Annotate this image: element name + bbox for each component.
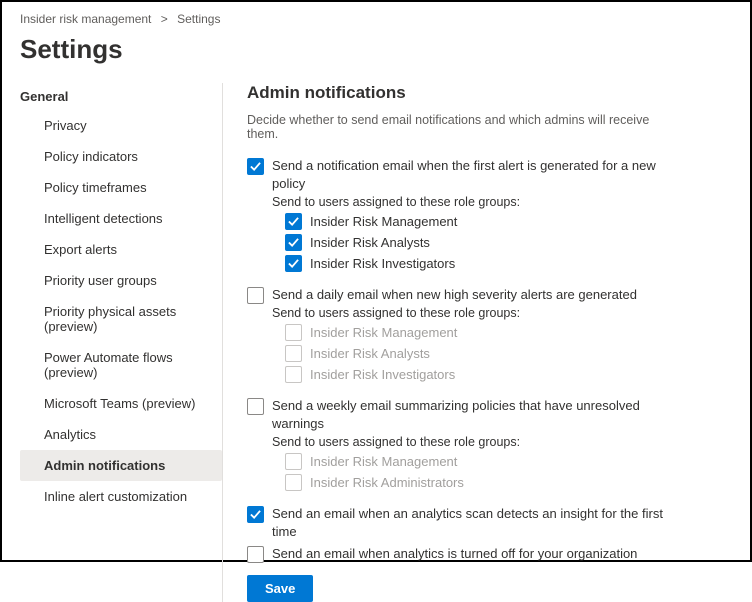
daily-high-checkbox[interactable] xyxy=(247,287,264,304)
sidebar-item-9[interactable]: Analytics xyxy=(20,419,222,450)
weekly-warn-sub: Send to users assigned to these role gro… xyxy=(272,435,678,449)
sidebar-item-11[interactable]: Inline alert customization xyxy=(20,481,222,512)
weekly-warn-roles-row-1: Insider Risk Administrators xyxy=(285,473,678,491)
sidebar-item-0[interactable]: Privacy xyxy=(20,110,222,141)
analytics-insight-checkbox[interactable] xyxy=(247,506,264,523)
save-button[interactable]: Save xyxy=(247,575,313,602)
daily-high-block: Send a daily email when new high severit… xyxy=(247,286,678,383)
first-alert-roles-label-0: Insider Risk Management xyxy=(310,214,457,229)
analytics-insight-label: Send an email when an analytics scan det… xyxy=(272,505,678,541)
daily-high-roles-row-2: Insider Risk Investigators xyxy=(285,365,678,383)
sidebar-item-7[interactable]: Power Automate flows (preview) xyxy=(20,342,222,388)
first-alert-sub: Send to users assigned to these role gro… xyxy=(272,195,678,209)
sidebar-item-4[interactable]: Export alerts xyxy=(20,234,222,265)
first-alert-block: Send a notification email when the first… xyxy=(247,157,678,272)
first-alert-roles-row-0: Insider Risk Management xyxy=(285,212,678,230)
breadcrumb: Insider risk management > Settings xyxy=(2,2,750,26)
breadcrumb-separator: > xyxy=(161,12,168,26)
sidebar-item-8[interactable]: Microsoft Teams (preview) xyxy=(20,388,222,419)
content-pane: Admin notifications Decide whether to se… xyxy=(222,83,702,602)
first-alert-roles-checkbox-1[interactable] xyxy=(285,234,302,251)
breadcrumb-current: Settings xyxy=(177,12,220,26)
sidebar-item-1[interactable]: Policy indicators xyxy=(20,141,222,172)
analytics-off-checkbox[interactable] xyxy=(247,546,264,563)
daily-high-roles-checkbox-1 xyxy=(285,345,302,362)
daily-high-roles-label-1: Insider Risk Analysts xyxy=(310,346,430,361)
daily-high-label: Send a daily email when new high severit… xyxy=(272,286,637,304)
daily-high-roles-row-0: Insider Risk Management xyxy=(285,323,678,341)
weekly-warn-checkbox[interactable] xyxy=(247,398,264,415)
page-title: Settings xyxy=(20,34,750,65)
first-alert-roles-label-2: Insider Risk Investigators xyxy=(310,256,455,271)
sidebar-header: General xyxy=(20,83,222,110)
first-alert-roles-label-1: Insider Risk Analysts xyxy=(310,235,430,250)
first-alert-roles-checkbox-2[interactable] xyxy=(285,255,302,272)
section-title: Admin notifications xyxy=(247,83,678,103)
first-alert-label: Send a notification email when the first… xyxy=(272,157,678,193)
sidebar-item-5[interactable]: Priority user groups xyxy=(20,265,222,296)
weekly-warn-roles-checkbox-0 xyxy=(285,453,302,470)
breadcrumb-parent[interactable]: Insider risk management xyxy=(20,12,151,26)
first-alert-roles-checkbox-0[interactable] xyxy=(285,213,302,230)
weekly-warn-label: Send a weekly email summarizing policies… xyxy=(272,397,678,433)
first-alert-roles-row-1: Insider Risk Analysts xyxy=(285,233,678,251)
daily-high-roles-row-1: Insider Risk Analysts xyxy=(285,344,678,362)
analytics-off-label: Send an email when analytics is turned o… xyxy=(272,545,637,563)
sidebar: General PrivacyPolicy indicatorsPolicy t… xyxy=(2,83,222,512)
daily-high-roles-label-0: Insider Risk Management xyxy=(310,325,457,340)
sidebar-item-3[interactable]: Intelligent detections xyxy=(20,203,222,234)
daily-high-roles-checkbox-0 xyxy=(285,324,302,341)
section-desc: Decide whether to send email notificatio… xyxy=(247,113,678,141)
weekly-warn-roles-row-0: Insider Risk Management xyxy=(285,452,678,470)
weekly-warn-roles-checkbox-1 xyxy=(285,474,302,491)
weekly-warn-roles-label-1: Insider Risk Administrators xyxy=(310,475,464,490)
first-alert-roles-row-2: Insider Risk Investigators xyxy=(285,254,678,272)
daily-high-roles-checkbox-2 xyxy=(285,366,302,383)
daily-high-sub: Send to users assigned to these role gro… xyxy=(272,306,678,320)
daily-high-roles-label-2: Insider Risk Investigators xyxy=(310,367,455,382)
sidebar-item-2[interactable]: Policy timeframes xyxy=(20,172,222,203)
sidebar-item-6[interactable]: Priority physical assets (preview) xyxy=(20,296,222,342)
first-alert-checkbox[interactable] xyxy=(247,158,264,175)
weekly-warn-roles-label-0: Insider Risk Management xyxy=(310,454,457,469)
weekly-warn-block: Send a weekly email summarizing policies… xyxy=(247,397,678,491)
sidebar-item-10[interactable]: Admin notifications xyxy=(20,450,222,481)
